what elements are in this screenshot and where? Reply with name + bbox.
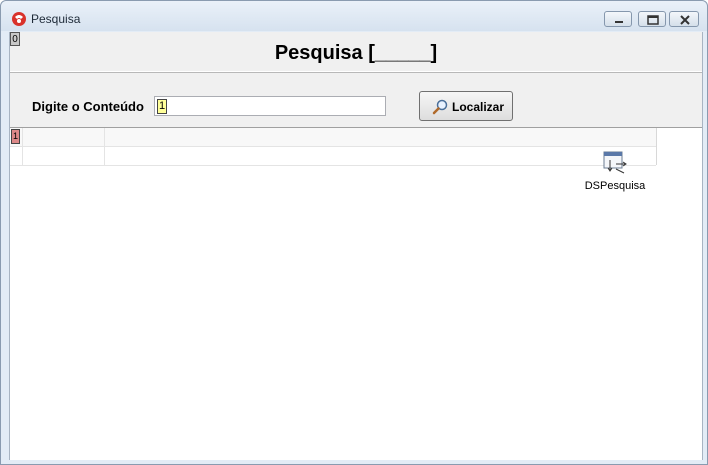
table-row[interactable] <box>10 147 656 166</box>
grid-cell[interactable] <box>23 147 105 165</box>
grid-cell[interactable] <box>105 147 656 165</box>
grid-column-header[interactable] <box>23 128 105 146</box>
window-title: Pesquisa <box>31 12 81 26</box>
header-panel: Pesquisa [_____] <box>10 34 702 73</box>
grid-header-indicator: 1 <box>11 129 20 144</box>
row-indicator[interactable] <box>10 147 23 165</box>
search-panel: Digite o Conteúdo 1 Localizar <box>10 74 702 127</box>
close-button[interactable] <box>669 11 699 27</box>
grid-header-row: 1 <box>10 128 656 147</box>
search-label: Digite o Conteúdo <box>32 99 144 114</box>
page-title: Pesquisa [_____] <box>274 42 438 64</box>
app-window: Pesquisa Pesquisa [_____] 0 Digite o Con… <box>0 0 708 465</box>
close-icon <box>680 15 690 25</box>
title-bar[interactable]: Pesquisa <box>1 1 707 31</box>
minimize-button[interactable] <box>604 11 632 27</box>
dataset-label: DSPesquisa <box>584 180 646 192</box>
search-input[interactable]: 1 <box>154 96 386 116</box>
grid-indicator-cell[interactable]: 1 <box>10 128 23 146</box>
magnifier-icon <box>432 99 448 115</box>
maximize-icon <box>647 15 659 25</box>
results-grid-area[interactable]: 1 DSPesquisa <box>10 127 702 460</box>
datasource-icon <box>603 151 627 174</box>
dataset-component[interactable]: DSPesquisa <box>580 150 650 198</box>
minimize-icon <box>615 21 623 23</box>
app-icon <box>12 12 26 26</box>
design-marker: 0 <box>10 32 20 46</box>
results-grid[interactable]: 1 <box>10 128 657 166</box>
localizar-button[interactable]: Localizar <box>419 91 513 121</box>
localizar-button-label: Localizar <box>452 100 505 114</box>
grid-column-header[interactable] <box>105 128 656 146</box>
form-client-area: Pesquisa [_____] 0 Digite o Conteúdo 1 L… <box>9 32 703 460</box>
maximize-button[interactable] <box>638 11 666 27</box>
search-input-value: 1 <box>157 99 168 114</box>
